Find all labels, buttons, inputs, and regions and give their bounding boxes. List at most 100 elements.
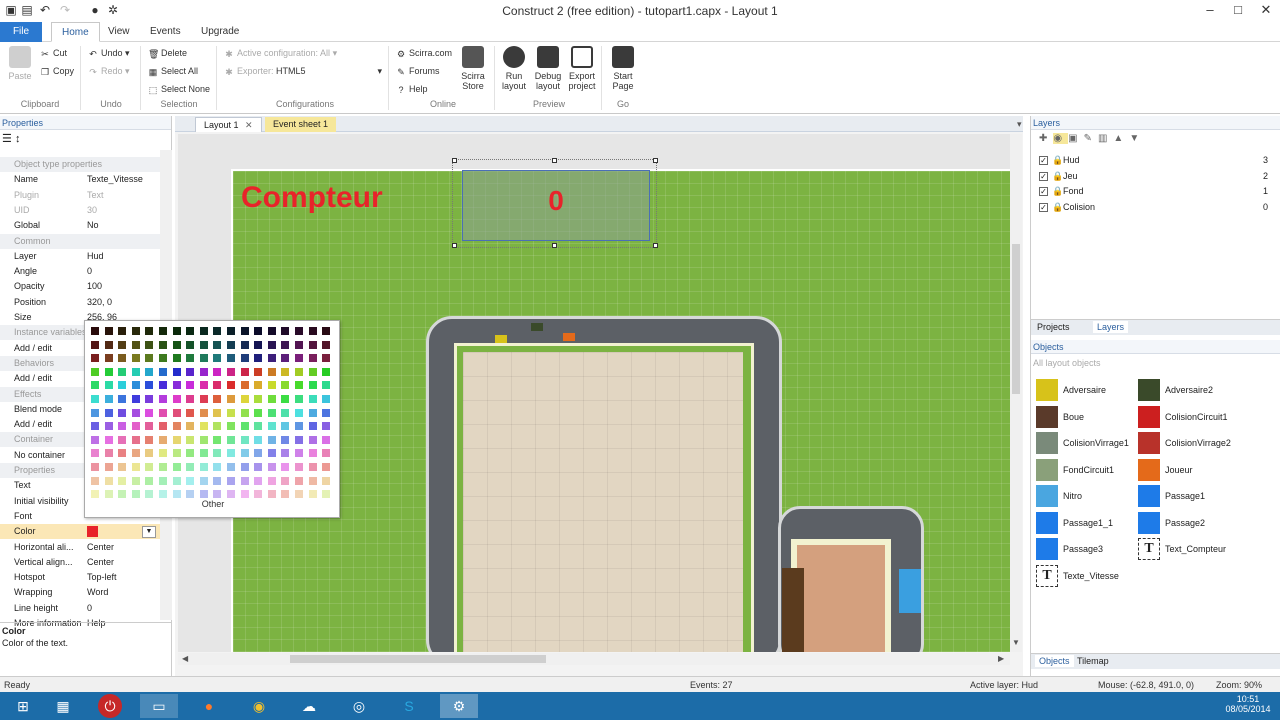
horizontal-scrollbar[interactable]: ◀ ▶: [178, 653, 1010, 665]
color-swatch[interactable]: [227, 367, 235, 376]
color-swatch[interactable]: [104, 490, 113, 499]
color-swatch[interactable]: [159, 327, 167, 335]
color-swatch[interactable]: [254, 408, 263, 417]
color-swatch[interactable]: [118, 395, 127, 403]
color-swatch[interactable]: [186, 435, 195, 444]
property-row[interactable]: Hotspot Top-left: [0, 570, 160, 585]
lock-icon[interactable]: 🔒: [1052, 169, 1063, 184]
object-item[interactable]: Adversaire2: [1138, 378, 1258, 402]
color-swatch[interactable]: [104, 463, 113, 471]
color-swatch[interactable]: [131, 422, 140, 431]
tab-tilemap[interactable]: Tilemap: [1077, 656, 1109, 666]
help-link[interactable]: ? Help: [396, 82, 427, 96]
color-swatch[interactable]: [199, 490, 208, 499]
color-swatch[interactable]: [227, 476, 235, 485]
color-swatch[interactable]: [240, 408, 249, 417]
delete-button[interactable]: 🗑 Delete: [148, 46, 187, 60]
color-swatch[interactable]: [145, 422, 154, 431]
lock-icon[interactable]: 🔒: [1052, 184, 1063, 199]
color-swatch[interactable]: [104, 435, 113, 444]
color-swatch[interactable]: [159, 367, 167, 376]
redo-button[interactable]: ↷ Redo ▾: [88, 64, 129, 78]
color-swatch[interactable]: [172, 395, 181, 403]
color-swatch[interactable]: [213, 395, 222, 403]
vertical-thumb[interactable]: [1012, 244, 1020, 394]
color-swatch[interactable]: [131, 476, 140, 485]
tabs-dropdown-icon[interactable]: ▾: [1009, 117, 1030, 132]
color-swatch[interactable]: [145, 435, 154, 444]
chrome-icon[interactable]: ◉: [240, 694, 278, 718]
color-swatch[interactable]: [281, 408, 290, 417]
color-swatch[interactable]: [118, 449, 127, 458]
color-swatch[interactable]: [322, 435, 331, 444]
property-row[interactable]: Global No: [0, 218, 160, 233]
color-swatch[interactable]: [91, 327, 99, 335]
object-item[interactable]: Joueur: [1138, 458, 1258, 482]
color-swatch[interactable]: [91, 354, 99, 363]
color-swatch[interactable]: [322, 381, 331, 390]
color-swatch[interactable]: [281, 327, 290, 335]
color-swatch[interactable]: [104, 367, 113, 376]
color-swatch[interactable]: [199, 354, 208, 363]
copy-button[interactable]: ❐ Copy: [40, 64, 74, 78]
color-swatch[interactable]: [240, 476, 249, 485]
color-swatch[interactable]: [267, 463, 276, 471]
tab-projects[interactable]: Projects: [1037, 322, 1070, 332]
property-row[interactable]: Name Texte_Vitesse: [0, 172, 160, 187]
scroll-left-icon[interactable]: ◀: [182, 654, 188, 663]
color-swatch[interactable]: [295, 449, 303, 458]
adversaire-car[interactable]: [495, 335, 507, 343]
tab-layout-1[interactable]: Layout 1 ✕: [195, 117, 262, 132]
color-swatch[interactable]: [267, 340, 276, 349]
forums-link[interactable]: ✎ Forums: [396, 64, 439, 78]
color-swatch[interactable]: [322, 490, 331, 499]
color-swatch[interactable]: [322, 476, 331, 485]
property-row[interactable]: Wrapping Word: [0, 585, 160, 600]
color-swatch[interactable]: [267, 422, 276, 431]
color-swatch[interactable]: [267, 449, 276, 458]
color-swatch[interactable]: [240, 449, 249, 458]
color-swatch[interactable]: [91, 476, 99, 485]
color-swatch[interactable]: [145, 449, 154, 458]
color-swatch[interactable]: [118, 340, 127, 349]
color-swatch[interactable]: [91, 408, 99, 417]
color-swatch[interactable]: [118, 463, 127, 471]
select-none-button[interactable]: ⬚ Select None: [148, 82, 210, 96]
color-swatch[interactable]: [267, 381, 276, 390]
color-swatch[interactable]: [199, 408, 208, 417]
color-swatch[interactable]: [240, 367, 249, 376]
cut-button[interactable]: ✂ Cut: [40, 46, 67, 60]
color-swatch[interactable]: [104, 422, 113, 431]
resize-handle[interactable]: [552, 158, 557, 163]
property-row[interactable]: Horizontal ali... Center: [0, 540, 160, 555]
color-swatch[interactable]: [91, 395, 99, 403]
color-swatch[interactable]: [267, 354, 276, 363]
color-swatch[interactable]: [295, 381, 303, 390]
color-swatch[interactable]: [267, 395, 276, 403]
color-swatch[interactable]: [172, 435, 181, 444]
object-item[interactable]: T Text_Compteur: [1138, 537, 1258, 561]
color-swatch[interactable]: [295, 354, 303, 363]
color-swatch[interactable]: [186, 340, 195, 349]
color-swatch[interactable]: [159, 463, 167, 471]
color-swatch[interactable]: [254, 340, 263, 349]
color-swatch[interactable]: [295, 408, 303, 417]
color-swatch[interactable]: [118, 408, 127, 417]
color-swatch[interactable]: [159, 449, 167, 458]
color-swatch[interactable]: [186, 490, 195, 499]
color-swatch[interactable]: [322, 395, 331, 403]
close-button[interactable]: ✕: [1252, 0, 1280, 20]
color-swatch[interactable]: [172, 449, 181, 458]
minimize-button[interactable]: –: [1196, 0, 1224, 20]
color-swatch[interactable]: [186, 422, 195, 431]
color-swatch[interactable]: [87, 526, 98, 538]
color-swatch[interactable]: [267, 408, 276, 417]
tab-events[interactable]: Events: [140, 22, 191, 42]
color-swatch[interactable]: [186, 395, 195, 403]
resize-handle[interactable]: [552, 243, 557, 248]
maximize-button[interactable]: □: [1224, 0, 1252, 20]
color-swatch[interactable]: [227, 381, 235, 390]
color-swatch[interactable]: [281, 435, 290, 444]
color-swatch[interactable]: [213, 435, 222, 444]
object-item[interactable]: ColisionVirrage2: [1138, 431, 1258, 455]
